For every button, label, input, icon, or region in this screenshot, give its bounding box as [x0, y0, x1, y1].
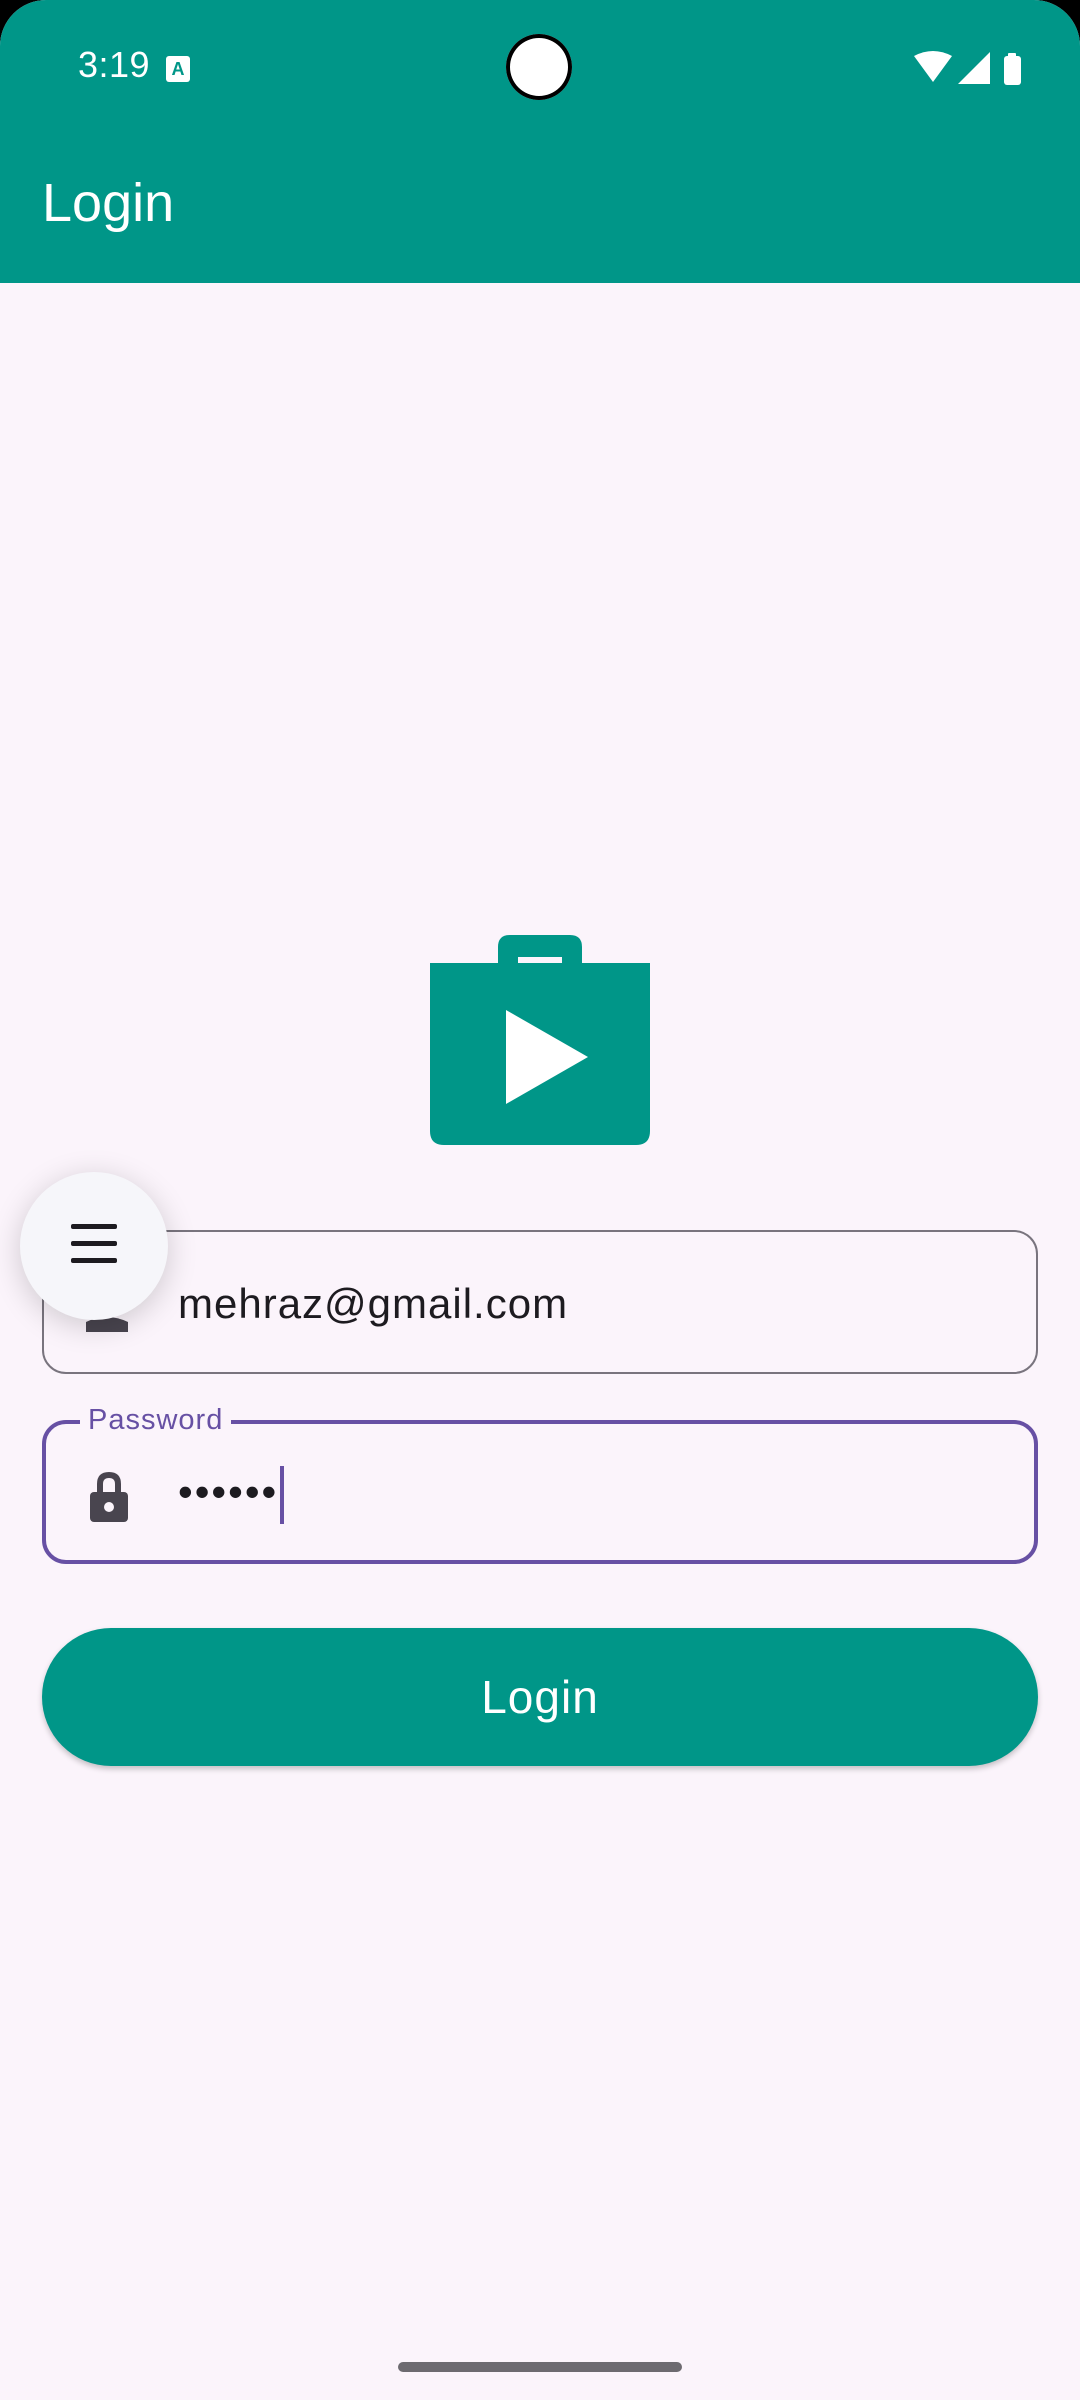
- status-icons: [914, 50, 1034, 86]
- home-indicator[interactable]: [398, 2362, 682, 2372]
- status-icons-svg: [914, 51, 1021, 85]
- notification-a-icon: A: [166, 56, 190, 82]
- app-bar-title: Login: [42, 173, 175, 233]
- menu-icon: [71, 1224, 117, 1275]
- password-input[interactable]: ••••••: [178, 1464, 285, 1524]
- login-screen: 3:19 A Login ame mehraz@gmail.com Passwo…: [0, 0, 1080, 2400]
- email-field[interactable]: ame mehraz@gmail.com: [42, 1212, 1038, 1374]
- play-store-bag-icon: [430, 935, 650, 1145]
- login-button[interactable]: Login: [42, 1628, 1038, 1766]
- top-app-bar: 3:19 A Login: [0, 0, 1080, 283]
- signal-icon: [958, 52, 990, 84]
- email-input[interactable]: mehraz@gmail.com: [178, 1276, 568, 1332]
- status-time: 3:19: [78, 44, 151, 85]
- password-dots: ••••••: [178, 1468, 279, 1515]
- password-field-label: Password: [80, 1402, 232, 1438]
- password-field[interactable]: Password ••••••: [42, 1402, 1038, 1564]
- battery-icon: [1004, 53, 1021, 85]
- wifi-icon: [914, 51, 952, 82]
- floating-menu-button[interactable]: [20, 1172, 168, 1320]
- text-caret: [280, 1465, 285, 1524]
- lock-icon: [90, 1472, 128, 1522]
- camera-cutout: [506, 34, 572, 100]
